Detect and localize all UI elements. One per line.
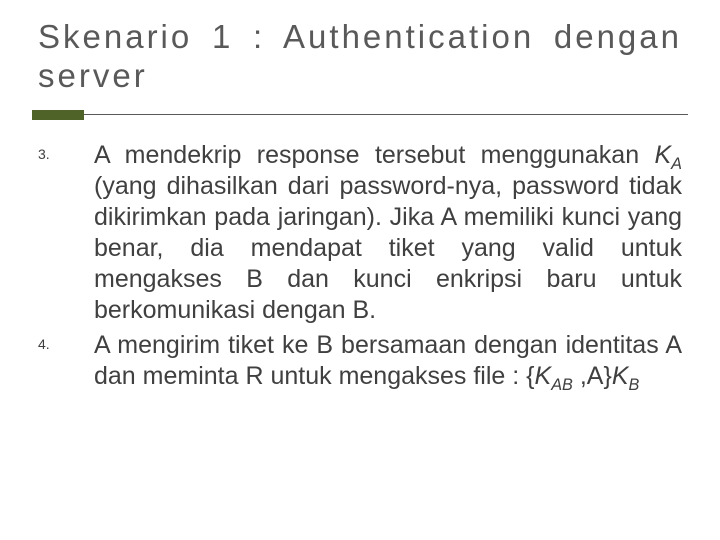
list-item: A mendekrip response tersebut menggunaka… <box>38 140 682 326</box>
slide-title: Skenario 1 : Authentication dengan serve… <box>38 18 682 96</box>
body-list: A mendekrip response tersebut menggunaka… <box>32 140 688 392</box>
underline-rule <box>84 114 688 115</box>
slide: Skenario 1 : Authentication dengan serve… <box>0 0 720 540</box>
title-underline <box>32 106 688 124</box>
accent-bar <box>32 110 84 120</box>
list-item: A mengirim tiket ke B bersamaan dengan i… <box>38 330 682 392</box>
